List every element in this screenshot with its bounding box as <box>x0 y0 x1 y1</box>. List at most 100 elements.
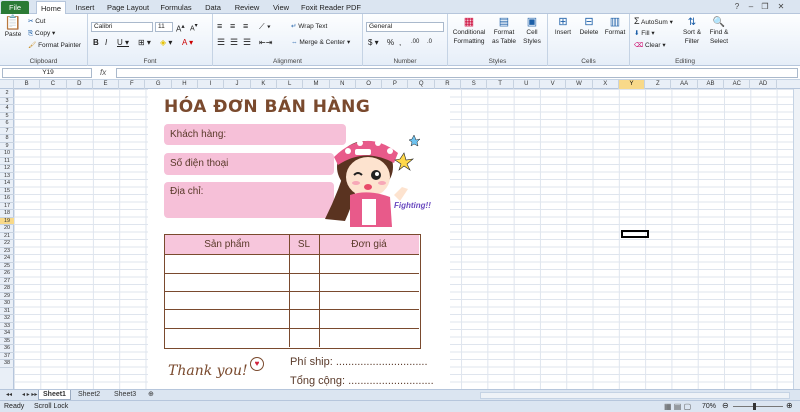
sort-filter-button[interactable]: ⇅ Sort & Filter <box>680 18 704 46</box>
column-header-g[interactable]: G <box>146 80 172 89</box>
column-header-z[interactable]: Z <box>645 80 672 89</box>
close-icon[interactable]: ✕ <box>776 2 786 12</box>
wrap-text-button[interactable]: ↵ Wrap Text <box>291 22 327 31</box>
row-header-35[interactable]: 35 <box>0 338 14 345</box>
column-header-ac[interactable]: AC <box>724 80 751 89</box>
conditional-formatting-button[interactable]: ▦ Conditional Formatting <box>450 17 488 46</box>
row-header-9[interactable]: 9 <box>0 143 14 150</box>
row-header-21[interactable]: 21 <box>0 233 14 240</box>
row-header-8[interactable]: 8 <box>0 135 14 143</box>
column-header-ad[interactable]: AD <box>750 80 777 89</box>
row-header-11[interactable]: 11 <box>0 158 14 165</box>
row-header-25[interactable]: 25 <box>0 263 14 270</box>
column-header-aa[interactable]: AA <box>672 80 698 89</box>
row-header-15[interactable]: 15 <box>0 188 14 195</box>
cut-button[interactable]: ✂ Cut <box>28 17 45 26</box>
view-buttons[interactable]: ▦ ▤ ▢ <box>664 402 691 411</box>
column-header-h[interactable]: H <box>172 80 199 89</box>
format-painter-button[interactable]: 🖌 Format Painter <box>28 41 81 50</box>
row-header-17[interactable]: 17 <box>0 203 14 210</box>
clear-button[interactable]: ⌫ Clear ▾ <box>634 41 666 50</box>
fill-color-button[interactable]: ◈ ▾ <box>160 38 172 47</box>
sheet-tab-sheet2[interactable]: Sheet2 <box>74 390 104 400</box>
tab-formulas[interactable]: Formulas <box>158 1 194 14</box>
column-header-v[interactable]: V <box>540 80 567 89</box>
column-header-q[interactable]: Q <box>409 80 435 89</box>
sheet-tab-sheet3[interactable]: Sheet3 <box>110 390 140 400</box>
format-as-table-button[interactable]: ▤ Format as Table <box>490 17 518 46</box>
column-header-s[interactable]: S <box>461 80 488 89</box>
font-shrink-button[interactable]: A▾ <box>190 22 198 33</box>
column-header-w[interactable]: W <box>566 80 593 89</box>
tab-home[interactable]: Home <box>36 1 66 14</box>
italic-button[interactable]: I <box>105 38 107 47</box>
align-bottom-button[interactable]: ≡ <box>243 22 248 31</box>
column-header-r[interactable]: R <box>435 80 462 89</box>
row-header-18[interactable]: 18 <box>0 210 14 218</box>
font-color-button[interactable]: A ▾ <box>182 38 193 47</box>
paste-button[interactable]: 📋 Paste <box>3 15 23 39</box>
align-middle-button[interactable]: ≡ <box>230 22 235 31</box>
column-header-b[interactable]: B <box>14 80 41 89</box>
tab-insert[interactable]: Insert <box>72 1 98 14</box>
row-header-36[interactable]: 36 <box>0 345 14 353</box>
tab-view[interactable]: View <box>270 1 292 14</box>
column-header-y[interactable]: Y <box>618 80 646 89</box>
font-grow-button[interactable]: A▴ <box>176 22 185 34</box>
column-header-f[interactable]: F <box>119 80 146 89</box>
column-header-j[interactable]: J <box>224 80 251 89</box>
font-name-select[interactable]: Calibri <box>91 22 153 32</box>
column-header-o[interactable]: O <box>356 80 383 89</box>
format-cells-button[interactable]: ▥ Format <box>603 17 627 37</box>
fill-button[interactable]: ⬇ Fill ▾ <box>634 29 655 38</box>
autosum-button[interactable]: Σ AutoSum ▾ <box>634 17 673 27</box>
row-header-31[interactable]: 31 <box>0 308 14 315</box>
row-header-10[interactable]: 10 <box>0 150 14 158</box>
tab-foxit-reader-pdf[interactable]: Foxit Reader PDF <box>300 1 362 14</box>
row-header-19[interactable]: 19 <box>0 217 14 225</box>
column-header-d[interactable]: D <box>67 80 93 89</box>
restore-icon[interactable]: ❐ <box>760 2 770 12</box>
row-header-20[interactable]: 20 <box>0 225 14 233</box>
tab-file[interactable]: File <box>1 1 29 14</box>
tab-page-layout[interactable]: Page Layout <box>106 1 150 14</box>
currency-button[interactable]: $ ▾ <box>368 38 379 47</box>
zoom-in-icon[interactable]: ⊕ <box>786 401 793 410</box>
row-header-27[interactable]: 27 <box>0 278 14 285</box>
row-header-4[interactable]: 4 <box>0 105 14 113</box>
zoom-out-icon[interactable]: ⊖ <box>722 401 729 410</box>
zoom-level[interactable]: 70% <box>702 403 716 410</box>
name-box[interactable]: Y19 <box>2 68 92 78</box>
row-header-29[interactable]: 29 <box>0 293 14 300</box>
column-header-u[interactable]: U <box>514 80 540 89</box>
merge-center-button[interactable]: ⇔ Merge & Center ▾ <box>291 38 350 47</box>
align-left-button[interactable]: ☰ <box>217 38 225 47</box>
row-header-7[interactable]: 7 <box>0 128 14 135</box>
sheet-tab-sheet1[interactable]: Sheet1 <box>38 390 71 400</box>
cell-styles-button[interactable]: ▣ Cell Styles <box>520 17 544 46</box>
row-header-13[interactable]: 13 <box>0 173 14 180</box>
increase-decimal-button[interactable]: .00 <box>411 38 419 47</box>
new-sheet-icon[interactable]: ⊕ <box>144 390 158 400</box>
row-header-28[interactable]: 28 <box>0 285 14 293</box>
comma-button[interactable]: , <box>399 38 401 47</box>
zoom-slider-thumb[interactable] <box>753 403 756 410</box>
column-header-n[interactable]: N <box>330 80 356 89</box>
formula-input[interactable] <box>116 68 798 78</box>
row-header-5[interactable]: 5 <box>0 113 14 120</box>
row-header-12[interactable]: 12 <box>0 165 14 173</box>
row-header-23[interactable]: 23 <box>0 248 14 255</box>
phone-field[interactable]: Số điện thoại <box>164 153 334 175</box>
column-header-t[interactable]: T <box>487 80 514 89</box>
address-field[interactable]: Địa chỉ: <box>164 182 334 218</box>
fx-icon[interactable]: fx <box>100 68 106 77</box>
column-header-c[interactable]: C <box>40 80 67 89</box>
tab-data[interactable]: Data <box>202 1 224 14</box>
row-header-22[interactable]: 22 <box>0 240 14 248</box>
zoom-slider[interactable] <box>733 406 783 407</box>
bold-button[interactable]: B <box>93 38 99 47</box>
row-header-30[interactable]: 30 <box>0 300 14 308</box>
tab-review[interactable]: Review <box>232 1 262 14</box>
find-select-button[interactable]: 🔍 Find & Select <box>706 18 732 46</box>
column-header-m[interactable]: M <box>303 80 330 89</box>
